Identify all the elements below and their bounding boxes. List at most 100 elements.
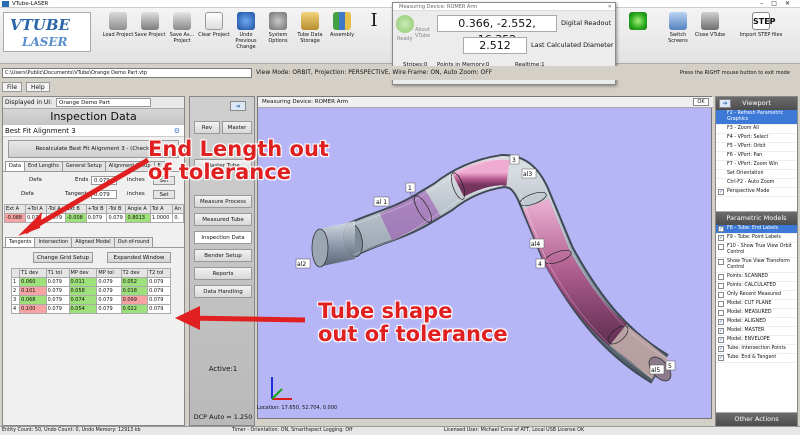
parametric-model-item[interactable]: Model: CUT PLANE bbox=[716, 300, 797, 309]
tangent-table-cell[interactable]: 0.022 bbox=[120, 304, 149, 314]
save-as-project-button[interactable]: Save As... Project bbox=[166, 10, 198, 62]
clear-project-button[interactable]: Clear Project bbox=[198, 10, 230, 62]
end-table-cell[interactable]: 0. bbox=[172, 213, 184, 223]
measure-go-button[interactable] bbox=[622, 10, 654, 62]
checkbox-icon[interactable]: ✓ bbox=[718, 226, 724, 232]
parametric-model-item[interactable]: Only Recent Measured bbox=[716, 291, 797, 300]
tangent-table-cell[interactable]: 0.079 bbox=[147, 304, 171, 314]
expanded-window-button[interactable]: Expanded Window bbox=[107, 252, 171, 263]
table-row[interactable]: 3 0.068 0.079 0.074 0.079 0.099 0.079 bbox=[10, 295, 171, 305]
inspection-data-button[interactable]: Inspection Data bbox=[194, 231, 252, 244]
parametric-model-item[interactable]: ✓ Model: MASTER bbox=[716, 327, 797, 336]
tangent-table-cell[interactable]: 0.079 bbox=[96, 286, 122, 296]
end-table-cell[interactable]: 0.079 bbox=[106, 213, 127, 223]
save-project-button[interactable]: Save Project bbox=[134, 10, 166, 62]
window-controls[interactable]: –□✕ bbox=[760, 0, 798, 8]
change-grid-setup-button[interactable]: Change Grid Setup bbox=[33, 252, 93, 263]
displayed-value-field[interactable]: Orange Demo Part bbox=[56, 98, 152, 107]
viewport-action-item[interactable]: F4 - VPort: Select bbox=[716, 134, 797, 143]
other-actions-header[interactable]: Other Actions bbox=[716, 413, 797, 426]
checkbox-icon[interactable]: ✓ bbox=[718, 337, 724, 343]
parametric-models-header[interactable]: Parametric Models bbox=[716, 212, 797, 225]
parametric-model-item[interactable]: ✓ Model: ENVELOPE bbox=[716, 336, 797, 345]
rev-button[interactable]: Rev bbox=[194, 121, 220, 134]
tangent-table-cell[interactable]: 1 bbox=[10, 277, 21, 287]
viewport-action-item[interactable]: Set Orientation bbox=[716, 170, 797, 179]
viewport-action-item[interactable]: F5 - VPort: Orbit bbox=[716, 143, 797, 152]
tangent-table-cell[interactable]: 0.079 bbox=[45, 295, 70, 305]
checkbox-icon[interactable] bbox=[718, 292, 724, 298]
tangent-table-cell[interactable]: 0.052 bbox=[120, 277, 149, 287]
checkbox-icon[interactable]: ✓ bbox=[718, 319, 724, 325]
tangent-table-cell[interactable]: 0.054 bbox=[68, 304, 98, 314]
checkbox-icon[interactable]: ✓ bbox=[718, 189, 724, 195]
set-tangents-button[interactable]: Set bbox=[153, 190, 175, 199]
tangent-table-cell[interactable]: 0.068 bbox=[19, 295, 47, 305]
collapse-arrow-icon[interactable]: ➔ bbox=[230, 101, 246, 111]
tangent-table-cell[interactable]: 0.079 bbox=[147, 295, 171, 305]
tangent-table-cell[interactable]: 0.060 bbox=[19, 277, 47, 287]
tab-out-of-round[interactable]: Out-of-round bbox=[113, 237, 154, 247]
parametric-model-item[interactable]: F10 - Show True View Orbit Control bbox=[716, 243, 797, 258]
master-button[interactable]: Master bbox=[222, 121, 252, 134]
settings-gear-icon[interactable]: ⚙ bbox=[174, 125, 180, 137]
cursor-tool[interactable]: I bbox=[358, 10, 390, 62]
system-options-button[interactable]: System Options bbox=[262, 10, 294, 62]
menu-file[interactable]: File bbox=[2, 82, 23, 92]
measured-tube-button[interactable]: Measured Tube bbox=[194, 213, 252, 226]
viewport-action-item[interactable]: F7 - VPort: Zoom Win bbox=[716, 161, 797, 170]
end-table-cell[interactable]: 1.0000 bbox=[149, 213, 174, 223]
tube-data-storage-button[interactable]: Tube Data Storage bbox=[294, 10, 326, 62]
tangent-table-cell[interactable]: 0.079 bbox=[45, 304, 70, 314]
bender-setup-button[interactable]: Bender Setup bbox=[194, 249, 252, 262]
tangents-tolerance-input[interactable]: 0.079 bbox=[91, 190, 117, 199]
close-vtube-button[interactable]: Close VTube bbox=[694, 10, 726, 62]
end-table-cell[interactable]: 0.8013 bbox=[125, 213, 151, 223]
checkbox-icon[interactable] bbox=[718, 283, 724, 289]
about-vtube-link[interactable]: About VTube bbox=[415, 27, 437, 39]
tangent-table-cell[interactable]: 4 bbox=[10, 304, 21, 314]
end-table-cell[interactable]: 0.079 bbox=[25, 213, 47, 223]
table-row[interactable]: -0.088 0.079 0.079 -0.008 0.079 0.079 0.8013 1.… bbox=[4, 213, 184, 223]
tangent-table-cell[interactable]: 0.011 bbox=[68, 277, 98, 287]
import-step-button[interactable]: STEP Import STEP files bbox=[736, 10, 786, 62]
viewport-action-item[interactable]: F2 - Refresh Parametric Graphics bbox=[716, 110, 797, 125]
assembly-button[interactable]: Assembly bbox=[326, 10, 358, 62]
tab-intersection[interactable]: Intersection bbox=[34, 237, 73, 247]
tangent-table-cell[interactable]: 0.079 bbox=[147, 277, 171, 287]
reports-button[interactable]: Reports bbox=[194, 267, 252, 280]
parametric-model-item[interactable]: ✓ Model: ALIGNED bbox=[716, 318, 797, 327]
end-table-cell[interactable]: 0.079 bbox=[45, 213, 66, 223]
measure-process-button[interactable]: Measure Process bbox=[194, 195, 252, 208]
parametric-model-item[interactable]: Model: MEASURED bbox=[716, 309, 797, 318]
end-table-cell[interactable]: 0.079 bbox=[85, 213, 108, 223]
tab-aligned-model[interactable]: Aligned Model bbox=[71, 237, 115, 247]
viewport-section-header[interactable]: ➔ Viewport bbox=[716, 97, 797, 110]
close-icon[interactable]: ✕ bbox=[608, 3, 612, 11]
tangent-table-cell[interactable]: 0.058 bbox=[68, 286, 98, 296]
tangent-table-cell[interactable]: 0.101 bbox=[19, 286, 47, 296]
checkbox-icon[interactable]: ✓ bbox=[718, 235, 724, 241]
data-handling-button[interactable]: Data Handling bbox=[194, 285, 252, 298]
checkbox-icon[interactable] bbox=[718, 259, 724, 265]
checkbox-icon[interactable] bbox=[718, 274, 724, 280]
ends-tolerance-input[interactable]: 0.079 bbox=[91, 176, 117, 185]
end-table-cell[interactable]: -0.008 bbox=[64, 213, 87, 223]
tab-data[interactable]: Data bbox=[5, 161, 25, 171]
load-project-button[interactable]: Load Project bbox=[102, 10, 134, 62]
table-row[interactable]: 1 0.060 0.079 0.011 0.079 0.052 0.079 bbox=[10, 277, 171, 287]
tangent-table-cell[interactable]: 0.079 bbox=[96, 277, 122, 287]
parametric-model-item[interactable]: Points: CALCULATED bbox=[716, 282, 797, 291]
checkbox-icon[interactable]: ✓ bbox=[718, 346, 724, 352]
menu-help[interactable]: Help bbox=[25, 82, 50, 92]
viewport-action-item[interactable]: F3 - Zoom All bbox=[716, 125, 797, 134]
tab-end-lengths[interactable]: End Lengths bbox=[23, 161, 63, 171]
tangent-table-cell[interactable]: 0.079 bbox=[96, 295, 122, 305]
tangent-table-cell[interactable]: 0.079 bbox=[45, 286, 70, 296]
checkbox-icon[interactable] bbox=[718, 244, 724, 250]
tangent-table-cell[interactable]: 0.079 bbox=[45, 277, 70, 287]
parametric-model-item[interactable]: ✓ F8 - Tube: End Labels bbox=[716, 225, 797, 234]
viewport-action-item[interactable]: F6 - VPort: Pan bbox=[716, 152, 797, 161]
project-path-field[interactable]: C:\Users\Public\Documents\VTube\Orange D… bbox=[2, 68, 252, 78]
parametric-model-item[interactable]: Points: SCANNED bbox=[716, 273, 797, 282]
